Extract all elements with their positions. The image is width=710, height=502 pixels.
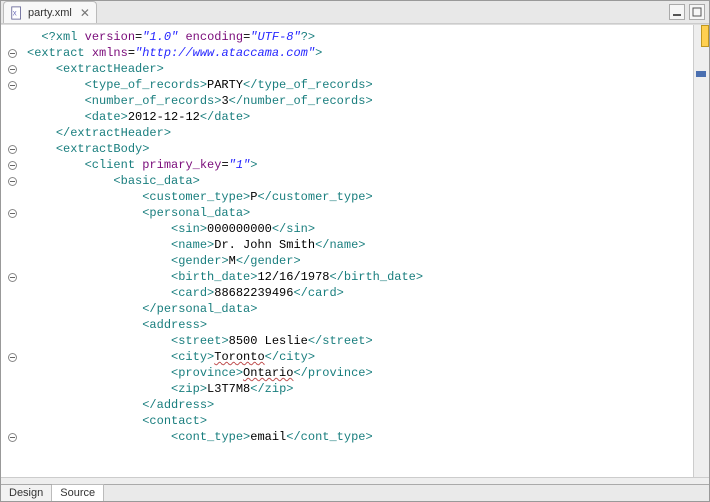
fold-toggle[interactable]: [1, 269, 23, 285]
fold-toggle[interactable]: [1, 125, 23, 141]
minimize-view-button[interactable]: [669, 4, 685, 20]
tab-source[interactable]: Source: [52, 484, 104, 501]
tab-design[interactable]: Design: [1, 485, 52, 501]
xml-file-icon: X: [10, 6, 24, 20]
fold-toggle[interactable]: [1, 45, 23, 61]
fold-toggle[interactable]: [1, 445, 23, 461]
fold-toggle[interactable]: [1, 253, 23, 269]
file-tab-label: party.xml: [28, 7, 72, 19]
fold-toggle[interactable]: [1, 173, 23, 189]
vertical-scrollbar[interactable]: [693, 25, 709, 477]
fold-toggle[interactable]: [1, 141, 23, 157]
fold-toggle[interactable]: [1, 461, 23, 477]
fold-toggle[interactable]: [1, 61, 23, 77]
close-icon[interactable]: ✕: [80, 6, 90, 20]
fold-toggle[interactable]: [1, 429, 23, 445]
fold-toggle[interactable]: [1, 189, 23, 205]
editor-window: X party.xml ✕ <?xml version="1.0" encodi…: [0, 0, 710, 502]
fold-toggle[interactable]: [1, 77, 23, 93]
fold-gutter: [1, 25, 23, 477]
fold-toggle[interactable]: [1, 109, 23, 125]
fold-toggle[interactable]: [1, 29, 23, 45]
fold-toggle[interactable]: [1, 221, 23, 237]
fold-toggle[interactable]: [1, 349, 23, 365]
editor-toolbar: [669, 4, 705, 20]
fold-toggle[interactable]: [1, 93, 23, 109]
maximize-view-button[interactable]: [689, 4, 705, 20]
horizontal-scrollbar[interactable]: [1, 477, 709, 484]
svg-text:X: X: [13, 10, 17, 17]
fold-toggle[interactable]: [1, 157, 23, 173]
editor-area: <?xml version="1.0" encoding="UTF-8"?><e…: [1, 24, 709, 477]
change-marker: [701, 25, 709, 47]
code-view[interactable]: <?xml version="1.0" encoding="UTF-8"?><e…: [23, 25, 693, 477]
fold-toggle[interactable]: [1, 413, 23, 429]
fold-toggle[interactable]: [1, 397, 23, 413]
fold-toggle[interactable]: [1, 205, 23, 221]
fold-toggle[interactable]: [1, 365, 23, 381]
fold-toggle[interactable]: [1, 333, 23, 349]
overview-cursor: [696, 71, 706, 77]
fold-toggle[interactable]: [1, 381, 23, 397]
tab-bar: X party.xml ✕: [1, 1, 709, 24]
fold-toggle[interactable]: [1, 237, 23, 253]
fold-toggle[interactable]: [1, 285, 23, 301]
fold-toggle[interactable]: [1, 301, 23, 317]
file-tab[interactable]: X party.xml ✕: [3, 1, 97, 23]
bottom-tab-bar: Design Source: [1, 484, 709, 501]
fold-toggle[interactable]: [1, 317, 23, 333]
